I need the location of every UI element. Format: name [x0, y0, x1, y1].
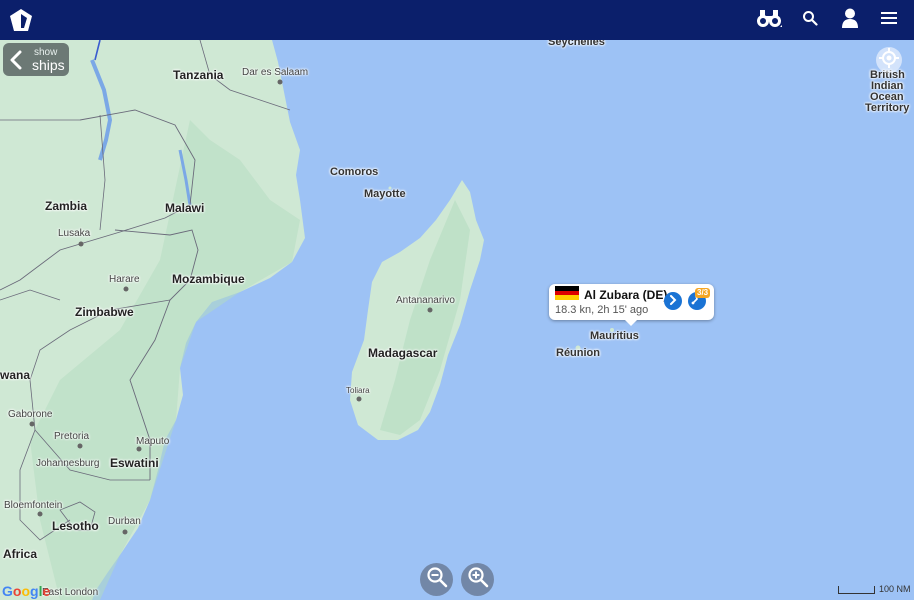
chevron-left-icon — [9, 50, 23, 75]
search-button[interactable] — [794, 4, 826, 36]
map-label: Antananarivo — [396, 295, 455, 306]
zoom-in-button[interactable] — [461, 563, 494, 596]
map-label: Lesotho — [52, 519, 99, 533]
germany-flag-icon — [555, 286, 579, 300]
ship-status: 18.3 kn, 2h 15' ago — [555, 304, 649, 316]
map-label: Mauritius — [590, 330, 639, 342]
map-label: Toliara — [346, 386, 370, 395]
google-logo[interactable]: Google — [2, 583, 50, 599]
map-label: Mayotte — [364, 188, 406, 200]
zoom-out-button[interactable] — [420, 563, 453, 596]
track-count-badge: 3/3 — [695, 288, 711, 298]
map-label: Zimbabwe — [75, 305, 134, 319]
map-label: Malawi — [165, 201, 205, 215]
ship-details-button[interactable] — [664, 292, 682, 310]
map-label: Harare — [109, 274, 140, 285]
house-shield-icon[interactable] — [8, 7, 34, 33]
map-label: Comoros — [330, 166, 379, 178]
map-label: Lusaka — [58, 228, 91, 239]
locate-icon — [879, 47, 899, 73]
map-canvas[interactable]: Seychelles Tanzania Dar es Salaam Britis… — [0, 36, 914, 600]
map-label: Pretoria — [54, 431, 90, 442]
app: Seychelles Tanzania Dar es Salaam Britis… — [0, 0, 914, 600]
scale-bar — [838, 586, 875, 594]
map-label: Durban — [108, 516, 141, 527]
map-label: Gaborone — [8, 409, 53, 420]
map-label: Zambia — [45, 199, 88, 213]
locate-button[interactable] — [876, 47, 902, 73]
map-label: Johannesburg — [36, 458, 100, 469]
chevron-right-icon — [668, 292, 678, 310]
hamburger-menu-icon — [881, 11, 897, 30]
map-label: Mozambique — [172, 272, 245, 286]
map-label: Tanzania — [173, 68, 224, 82]
ship-name[interactable]: Al Zubara (DE) — [584, 288, 667, 302]
map-label: East London — [42, 587, 99, 598]
map-label: Territory — [865, 102, 910, 114]
show-ships-button[interactable]: show ships — [3, 43, 69, 76]
top-bar — [0, 0, 914, 40]
ship-popup[interactable]: Al Zubara (DE) 18.3 kn, 2h 15' ago 3/3 — [549, 284, 714, 326]
binoculars-icon — [756, 7, 783, 34]
search-icon — [802, 10, 818, 31]
map-label: Réunion — [556, 347, 600, 359]
show-ships-label-bottom: ships — [32, 57, 65, 73]
map-label: Africa — [3, 547, 38, 561]
menu-button[interactable] — [873, 4, 905, 36]
zoom-out-icon — [426, 566, 448, 593]
map-label: Bloemfontein — [4, 500, 63, 511]
binoculars-button[interactable] — [753, 4, 785, 36]
user-icon — [840, 7, 860, 34]
map-label: Eswatini — [110, 456, 159, 470]
map-label: wana — [0, 368, 31, 382]
account-button[interactable] — [834, 4, 866, 36]
map-label: Maputo — [136, 436, 170, 447]
map-label: Madagascar — [368, 346, 438, 360]
zoom-in-icon — [467, 566, 489, 593]
scale-label: 100 NM — [879, 584, 911, 594]
map-label: Dar es Salaam — [242, 67, 309, 78]
